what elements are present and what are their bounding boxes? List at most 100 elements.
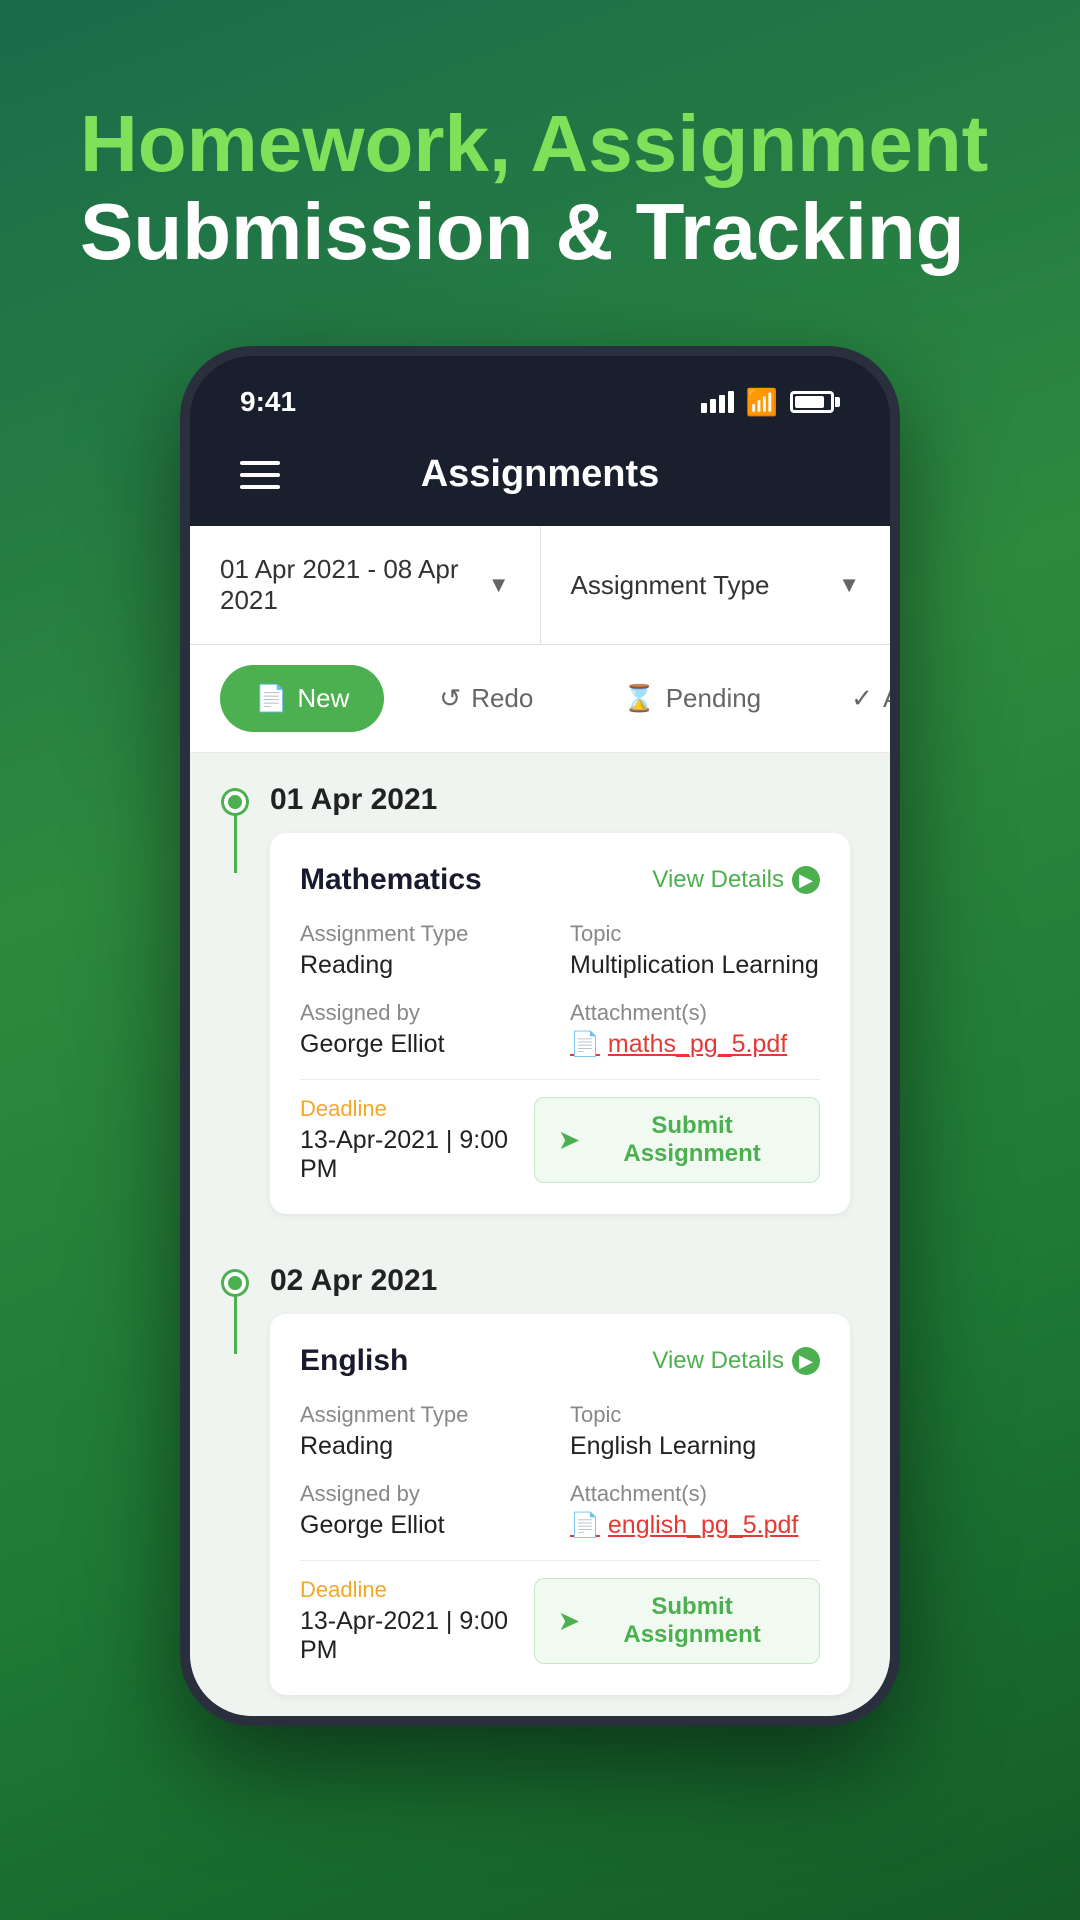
topic-field-label-2: Topic (570, 1402, 820, 1428)
tab-new-label: New (297, 683, 349, 714)
assignment-card-2: English View Details ▶ Assignment Type (270, 1314, 850, 1695)
filter-bar: 01 Apr 2021 - 08 Apr 2021 ▼ Assignment T… (190, 526, 890, 645)
date-range-label: 01 Apr 2021 - 08 Apr 2021 (220, 554, 488, 616)
deadline-field-label-2: Deadline (300, 1577, 534, 1603)
approved-tab-icon: ✓ (851, 683, 873, 714)
topic-group-1: Topic Multiplication Learning (570, 921, 820, 980)
signal-icon (701, 391, 734, 413)
topic-value-1: Multiplication Learning (570, 951, 820, 980)
view-details-icon-1: ▶ (792, 866, 820, 894)
assigned-by-group-2: Assigned by George Elliot (300, 1481, 550, 1540)
deadline-value-2: 13-Apr-2021 | 9:00 PM (300, 1607, 534, 1665)
timeline-dot-2 (224, 1272, 246, 1294)
submit-assignment-btn-2[interactable]: ➤ Submit Assignment (534, 1578, 820, 1664)
card-fields-1: Assignment Type Reading Topic Multiplica… (300, 921, 820, 1059)
hamburger-menu-icon[interactable] (240, 461, 280, 489)
deadline-group-2: Deadline 13-Apr-2021 | 9:00 PM (300, 1577, 534, 1665)
view-details-btn-1[interactable]: View Details ▶ (652, 866, 820, 894)
tab-pending-label: Pending (666, 683, 761, 714)
assignment-type-group-2: Assignment Type Reading (300, 1402, 550, 1461)
status-bar: 9:41 📶 (190, 356, 890, 433)
wifi-icon: 📶 (746, 387, 778, 418)
assignment-type-field-label-2: Assignment Type (300, 1402, 550, 1428)
pending-tab-icon: ⌛ (623, 683, 655, 714)
assigned-by-value-1: George Elliot (300, 1030, 550, 1059)
assignment-type-filter[interactable]: Assignment Type ▼ (541, 526, 891, 644)
tab-approved[interactable]: ✓ Approved (816, 665, 890, 732)
card-header-1: Mathematics View Details ▶ (300, 863, 820, 897)
view-details-icon-2: ▶ (792, 1347, 820, 1375)
date-range-filter[interactable]: 01 Apr 2021 - 08 Apr 2021 ▼ (190, 526, 541, 644)
tab-redo[interactable]: ↺ Redo (404, 665, 568, 732)
assignments-list: 01 Apr 2021 Mathematics View Details ▶ (190, 753, 890, 1726)
date-content-1: 01 Apr 2021 Mathematics View Details ▶ (270, 783, 870, 1234)
pdf-icon-2: 📄 (570, 1511, 600, 1540)
page-title-line1: Homework, Assignment (80, 100, 1000, 188)
submit-icon-1: ➤ (559, 1126, 579, 1155)
timeline-line-1 (234, 813, 237, 873)
attachments-group-1: Attachment(s) 📄 maths_pg_5.pdf (570, 1000, 820, 1059)
content-area: 01 Apr 2021 - 08 Apr 2021 ▼ Assignment T… (190, 526, 890, 1726)
date-content-2: 02 Apr 2021 English View Details ▶ (270, 1264, 870, 1715)
submit-label-1: Submit Assignment (589, 1112, 795, 1168)
subject-name-2: English (300, 1344, 408, 1378)
assignment-type-label: Assignment Type (571, 570, 770, 601)
assignment-card-1: Mathematics View Details ▶ Assignment Ty… (270, 833, 850, 1214)
deadline-value-1: 13-Apr-2021 | 9:00 PM (300, 1126, 534, 1184)
assignment-type-value-2: Reading (300, 1432, 550, 1461)
tab-approved-label: Approved (883, 683, 890, 714)
page-title-line2: Submission & Tracking (80, 188, 1000, 276)
card-fields-2: Assignment Type Reading Topic English Le… (300, 1402, 820, 1540)
deadline-group-1: Deadline 13-Apr-2021 | 9:00 PM (300, 1096, 534, 1184)
topic-group-2: Topic English Learning (570, 1402, 820, 1461)
view-details-label-1: View Details (652, 866, 784, 894)
time: 9:41 (240, 386, 296, 418)
card-header-2: English View Details ▶ (300, 1344, 820, 1378)
timeline-dot-1 (224, 791, 246, 813)
date-label-1: 01 Apr 2021 (270, 783, 850, 817)
submit-icon-2: ➤ (559, 1607, 579, 1636)
assigned-by-field-label-1: Assigned by (300, 1000, 550, 1026)
attachments-field-label-2: Attachment(s) (570, 1481, 820, 1507)
date-label-2: 02 Apr 2021 (270, 1264, 850, 1298)
assigned-by-value-2: George Elliot (300, 1511, 550, 1540)
status-icons: 📶 (701, 387, 840, 418)
card-divider-2 (300, 1560, 820, 1561)
assignment-type-group-1: Assignment Type Reading (300, 921, 550, 980)
assignment-type-chevron-icon: ▼ (838, 572, 860, 598)
submit-label-2: Submit Assignment (589, 1593, 795, 1649)
submit-assignment-btn-1[interactable]: ➤ Submit Assignment (534, 1097, 820, 1183)
deadline-field-label-1: Deadline (300, 1096, 534, 1122)
date-range-chevron-icon: ▼ (488, 572, 510, 598)
tab-redo-label: Redo (471, 683, 533, 714)
attachments-field-label-1: Attachment(s) (570, 1000, 820, 1026)
page-header: Homework, Assignment Submission & Tracki… (0, 0, 1080, 326)
deadline-row-2: Deadline 13-Apr-2021 | 9:00 PM ➤ Submit … (300, 1577, 820, 1665)
date-section-3: 02 Apr 2021 Science View Details ▶ (200, 1715, 870, 1726)
topic-value-2: English Learning (570, 1432, 820, 1461)
timeline-col-2 (200, 1264, 270, 1354)
assigned-by-field-label-2: Assigned by (300, 1481, 550, 1507)
assigned-by-group-1: Assigned by George Elliot (300, 1000, 550, 1059)
battery-icon (790, 391, 840, 413)
pdf-icon-1: 📄 (570, 1030, 600, 1059)
new-tab-icon: 📄 (255, 683, 287, 714)
timeline-col-1 (200, 783, 270, 873)
phone-frame: 9:41 📶 Assignments (180, 346, 900, 1726)
view-details-label-2: View Details (652, 1347, 784, 1375)
attachment-value-1[interactable]: 📄 maths_pg_5.pdf (570, 1030, 820, 1059)
assignment-type-value-1: Reading (300, 951, 550, 980)
deadline-row-1: Deadline 13-Apr-2021 | 9:00 PM ➤ Submit … (300, 1096, 820, 1184)
subject-name-1: Mathematics (300, 863, 482, 897)
view-details-btn-2[interactable]: View Details ▶ (652, 1347, 820, 1375)
tab-bar: 📄 New ↺ Redo ⌛ Pending ✓ Approved (190, 645, 890, 753)
tab-new[interactable]: 📄 New (220, 665, 384, 732)
assignment-type-field-label-1: Assignment Type (300, 921, 550, 947)
card-divider-1 (300, 1079, 820, 1080)
date-section-2: 02 Apr 2021 English View Details ▶ (200, 1234, 870, 1715)
topic-field-label-1: Topic (570, 921, 820, 947)
tab-pending[interactable]: ⌛ Pending (588, 665, 796, 732)
attachment-value-2[interactable]: 📄 english_pg_5.pdf (570, 1511, 820, 1540)
nav-title: Assignments (421, 453, 660, 496)
redo-tab-icon: ↺ (439, 683, 461, 714)
